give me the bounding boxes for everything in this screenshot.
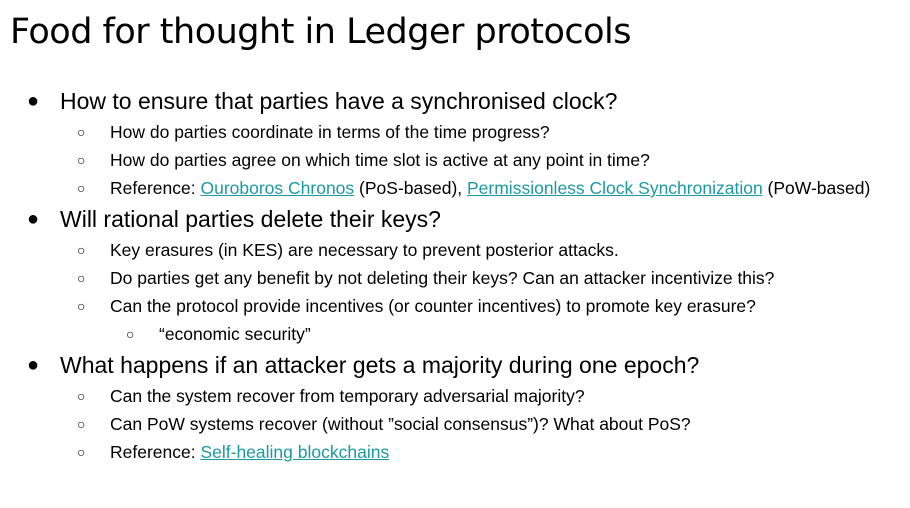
section-majority-heading: ● What happens if an attacker gets a maj… <box>0 348 910 382</box>
sub-list-item-text: “economic security” <box>159 324 311 344</box>
reference-prefix: Reference: <box>110 442 201 462</box>
list-item-text: Can the protocol provide incentives (or … <box>110 296 756 316</box>
sub-list-item: ○ “economic security” <box>0 320 910 348</box>
list-item: ○ Key erasures (in KES) are necessary to… <box>0 236 910 264</box>
bullet-ring-icon: ○ <box>77 416 86 432</box>
section-heading: How to ensure that parties have a synchr… <box>60 88 618 114</box>
bullet-ring-icon: ○ <box>126 326 135 342</box>
reference-mid: (PoS-based), <box>354 178 467 198</box>
bullet-ring-icon: ○ <box>77 388 86 404</box>
list-item-text: Can PoW systems recover (without ”social… <box>110 414 691 434</box>
self-healing-blockchains-link[interactable]: Self-healing blockchains <box>200 442 389 462</box>
bullet-dot-icon: ● <box>27 208 40 230</box>
section-clock-heading: ● How to ensure that parties have a sync… <box>0 84 910 118</box>
bullet-ring-icon: ○ <box>77 152 86 168</box>
bullet-ring-icon: ○ <box>77 242 86 258</box>
reference-suffix: (PoW-based) <box>762 178 871 198</box>
section-keys-heading: ● Will rational parties delete their key… <box>0 202 910 236</box>
list-item: ○ How do parties coordinate in terms of … <box>0 118 910 146</box>
list-item-text: How do parties coordinate in terms of th… <box>110 122 550 142</box>
bullet-list: ● How to ensure that parties have a sync… <box>0 84 910 466</box>
bullet-ring-icon: ○ <box>77 298 86 314</box>
list-item: ○ Can the protocol provide incentives (o… <box>0 292 910 320</box>
section-heading: What happens if an attacker gets a major… <box>60 352 700 378</box>
ouroboros-chronos-link[interactable]: Ouroboros Chronos <box>200 178 354 198</box>
list-item: ○ Can the system recover from temporary … <box>0 382 910 410</box>
list-item: ○ How do parties agree on which time slo… <box>0 146 910 174</box>
section-heading: Will rational parties delete their keys? <box>60 206 441 232</box>
page-title: Food for thought in Ledger protocols <box>10 12 632 52</box>
list-item-text: Do parties get any benefit by not deleti… <box>110 268 775 288</box>
list-item-text: Key erasures (in KES) are necessary to p… <box>110 240 619 260</box>
clock-sync-link[interactable]: Permissionless Clock Synchronization <box>467 178 763 198</box>
bullet-ring-icon: ○ <box>77 124 86 140</box>
list-item-reference: ○ Reference: Ouroboros Chronos (PoS-base… <box>0 174 910 202</box>
reference-prefix: Reference: <box>110 178 201 198</box>
list-item-text: Can the system recover from temporary ad… <box>110 386 585 406</box>
list-item-reference: ○ Reference: Self-healing blockchains <box>0 438 910 466</box>
bullet-ring-icon: ○ <box>77 270 86 286</box>
list-item-text: How do parties agree on which time slot … <box>110 150 650 170</box>
list-item: ○ Can PoW systems recover (without ”soci… <box>0 410 910 438</box>
bullet-ring-icon: ○ <box>77 444 86 460</box>
bullet-ring-icon: ○ <box>77 180 86 196</box>
bullet-dot-icon: ● <box>27 354 40 376</box>
bullet-dot-icon: ● <box>27 90 40 112</box>
list-item: ○ Do parties get any benefit by not dele… <box>0 264 910 292</box>
